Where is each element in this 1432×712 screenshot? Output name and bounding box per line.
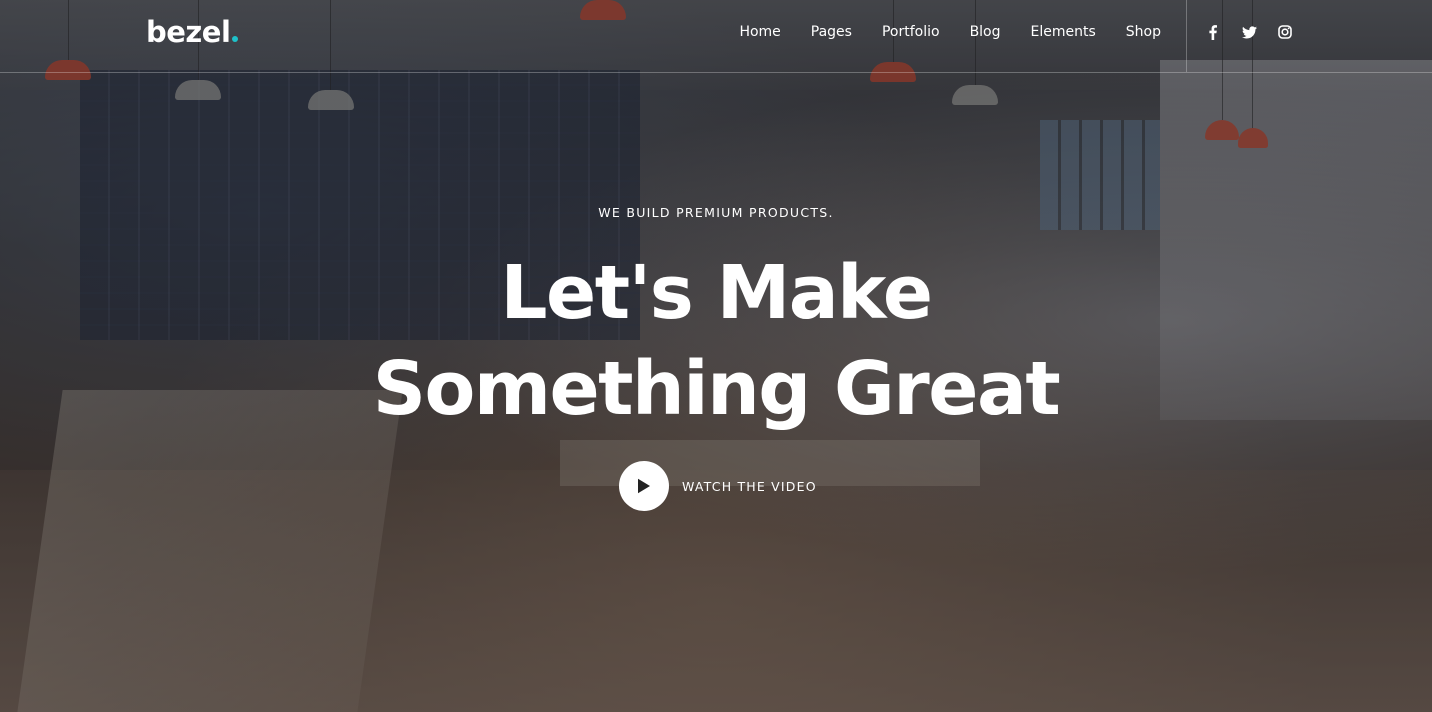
hero-headline-line-1: Let's Make — [500, 250, 933, 336]
nav-divider — [1186, 0, 1187, 72]
logo-text: bezel — [146, 15, 231, 49]
play-button[interactable] — [619, 461, 669, 511]
play-icon — [638, 478, 650, 494]
hero-section: bezel Home Pages Portfolio Blog Elements… — [0, 0, 1432, 712]
nav-item-blog[interactable]: Blog — [970, 24, 1001, 40]
nav-item-shop[interactable]: Shop — [1126, 24, 1161, 40]
nav-item-pages[interactable]: Pages — [811, 24, 852, 40]
nav-item-portfolio[interactable]: Portfolio — [882, 24, 940, 40]
hero-headline-line-2: Something Great — [372, 346, 1061, 432]
logo-dot — [232, 36, 239, 42]
hero-headline: Let's Make Something Great — [0, 245, 1432, 437]
nav-item-home[interactable]: Home — [739, 24, 780, 40]
social-links — [1204, 22, 1294, 42]
instagram-icon[interactable] — [1276, 22, 1294, 42]
facebook-icon[interactable] — [1204, 22, 1222, 42]
watch-video-label[interactable]: WATCH THE VIDEO — [682, 479, 817, 494]
twitter-icon[interactable] — [1240, 22, 1258, 42]
main-nav: Home Pages Portfolio Blog Elements Shop — [739, 0, 1161, 64]
watch-video-button[interactable]: WATCH THE VIDEO — [619, 461, 817, 511]
site-header: bezel Home Pages Portfolio Blog Elements… — [0, 0, 1432, 73]
nav-item-elements[interactable]: Elements — [1031, 24, 1096, 40]
logo[interactable]: bezel — [146, 15, 239, 49]
hero-tagline: WE BUILD PREMIUM PRODUCTS. — [598, 205, 834, 220]
